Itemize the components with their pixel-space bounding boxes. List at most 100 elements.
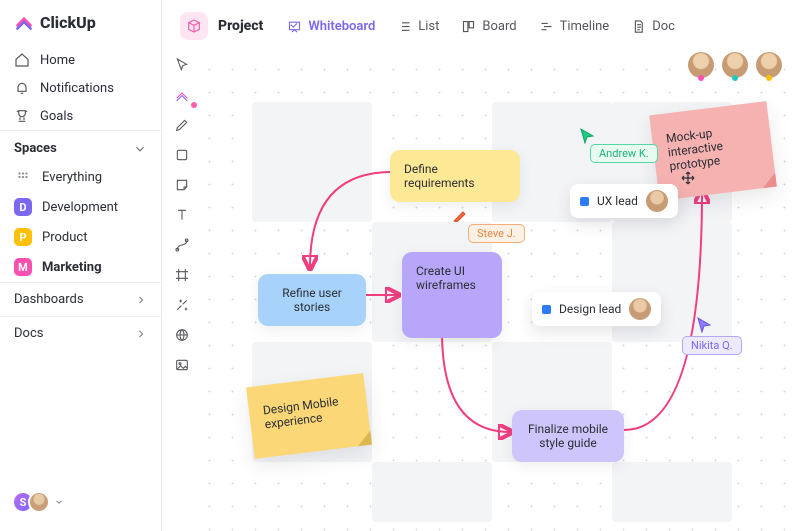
view-doc[interactable]: Doc — [625, 15, 681, 38]
card-text: Design Mobile experience — [262, 394, 339, 431]
space-marketing[interactable]: M Marketing — [0, 252, 161, 282]
project-title: Project — [218, 18, 263, 34]
card-text: Mock-up interactive prototype — [665, 126, 723, 173]
status-dot — [580, 197, 589, 206]
pointer-icon — [174, 57, 190, 73]
logo-mark-icon — [14, 12, 34, 32]
presence-avatars[interactable] — [688, 52, 782, 78]
space-development[interactable]: D Development — [0, 192, 161, 222]
nav-goals-label: Goals — [40, 109, 73, 124]
sticky-design-mobile-experience[interactable]: Design Mobile experience — [246, 373, 372, 459]
sidebar: ClickUp Home Notifications Goals Spaces … — [0, 0, 162, 531]
card-finalize-style-guide[interactable]: Finalize mobile style guide — [512, 410, 624, 462]
role-design-lead[interactable]: Design lead — [532, 292, 661, 326]
view-whiteboard-label: Whiteboard — [308, 19, 375, 34]
role-avatar — [646, 190, 668, 212]
view-list-label: List — [418, 19, 439, 34]
tool-connector[interactable] — [173, 236, 191, 254]
tool-select[interactable] — [173, 56, 191, 74]
board-icon — [461, 19, 476, 34]
whiteboard-canvas[interactable]: Define requirements Refine user stories … — [192, 52, 800, 531]
tool-text[interactable] — [173, 206, 191, 224]
card-text: Finalize mobile style guide — [528, 422, 608, 450]
user-photo-avatar — [28, 491, 50, 513]
nav-notifications[interactable]: Notifications — [0, 74, 161, 102]
role-label: Design lead — [559, 302, 621, 316]
tool-rail — [170, 56, 194, 374]
view-board[interactable]: Board — [455, 15, 522, 38]
space-everything-label: Everything — [42, 170, 102, 185]
tool-sticky[interactable] — [173, 176, 191, 194]
main: Project Whiteboard List Board Timeline D… — [162, 0, 800, 531]
space-product-label: Product — [42, 230, 87, 245]
role-ux-lead[interactable]: UX lead — [570, 184, 678, 218]
sticky-note-icon — [174, 177, 190, 193]
card-text: Create UI wireframes — [416, 264, 476, 292]
everything-icon — [14, 168, 32, 186]
role-label: UX lead — [597, 194, 638, 208]
chevron-right-icon — [135, 294, 147, 306]
card-refine-user-stories[interactable]: Refine user stories — [258, 274, 366, 326]
tool-image[interactable] — [173, 356, 191, 374]
globe-icon — [174, 327, 190, 343]
trophy-icon — [14, 108, 30, 124]
space-dev-badge: D — [14, 198, 32, 216]
status-dot — [542, 305, 551, 314]
space-marketing-badge: M — [14, 258, 32, 276]
view-whiteboard[interactable]: Whiteboard — [281, 15, 381, 38]
section-docs[interactable]: Docs — [0, 316, 161, 350]
move-handle-icon[interactable] — [680, 170, 696, 186]
tool-web[interactable] — [173, 326, 191, 344]
text-icon — [174, 207, 190, 223]
bg-tile — [372, 462, 492, 522]
user-menu[interactable]: S — [0, 483, 161, 521]
home-icon — [14, 52, 30, 68]
list-icon — [397, 19, 412, 34]
user-avatar-stack: S — [12, 491, 50, 513]
project-icon-badge[interactable] — [180, 12, 208, 40]
section-dashboards[interactable]: Dashboards — [0, 282, 161, 316]
doc-icon — [631, 19, 646, 34]
chevron-down-icon — [133, 142, 147, 156]
bg-tile — [252, 102, 372, 222]
presence-avatar[interactable] — [756, 52, 782, 78]
chevron-down-icon — [54, 497, 64, 507]
tool-clickup[interactable] — [173, 86, 191, 104]
card-define-requirements[interactable]: Define requirements — [390, 150, 520, 202]
clickup-icon — [174, 87, 190, 103]
view-timeline-label: Timeline — [560, 19, 610, 34]
section-dashboards-label: Dashboards — [14, 292, 84, 307]
frame-icon — [174, 267, 190, 283]
presence-avatar[interactable] — [722, 52, 748, 78]
logo-text: ClickUp — [40, 13, 96, 32]
presence-avatar[interactable] — [688, 52, 714, 78]
cursor-nikita-label: Nikita Q. — [682, 336, 742, 355]
nav-goals[interactable]: Goals — [0, 102, 161, 130]
tool-pen[interactable] — [173, 116, 191, 134]
section-docs-label: Docs — [14, 326, 43, 341]
view-doc-label: Doc — [652, 19, 675, 34]
cursor-steve-label: Steve J. — [468, 224, 525, 243]
tool-link[interactable] — [173, 296, 191, 314]
space-dev-label: Development — [42, 200, 118, 215]
space-marketing-label: Marketing — [42, 260, 102, 275]
role-avatar — [629, 298, 651, 320]
square-icon — [174, 147, 190, 163]
logo[interactable]: ClickUp — [0, 12, 161, 46]
spaces-header[interactable]: Spaces — [0, 130, 161, 162]
space-product[interactable]: P Product — [0, 222, 161, 252]
card-create-ui-wireframes[interactable]: Create UI wireframes — [402, 252, 502, 338]
image-icon — [174, 357, 190, 373]
view-list[interactable]: List — [391, 15, 445, 38]
nav-home[interactable]: Home — [0, 46, 161, 74]
nav-home-label: Home — [40, 53, 75, 68]
tool-frame[interactable] — [173, 266, 191, 284]
view-timeline[interactable]: Timeline — [533, 15, 616, 38]
pen-icon — [174, 117, 190, 133]
card-text: Refine user stories — [282, 286, 342, 314]
cube-icon — [186, 18, 202, 34]
space-everything[interactable]: Everything — [0, 162, 161, 192]
tool-shape[interactable] — [173, 146, 191, 164]
chevron-right-icon — [135, 328, 147, 340]
timeline-icon — [539, 19, 554, 34]
